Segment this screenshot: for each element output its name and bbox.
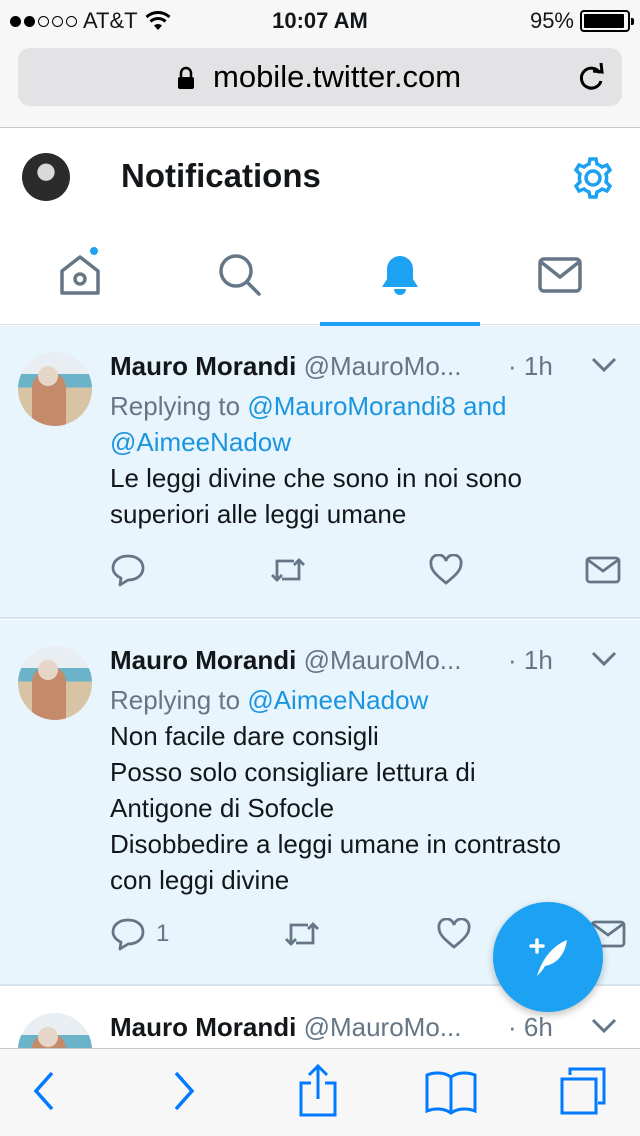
- author-name[interactable]: Mauro Morandi: [110, 1012, 296, 1042]
- tweet-author-line: Mauro Morandi @MauroMo...: [110, 351, 461, 382]
- app-header: Notifications: [0, 129, 640, 225]
- tab-notifications[interactable]: [320, 225, 480, 326]
- address-bar[interactable]: mobile.twitter.com: [18, 48, 622, 106]
- tweet-text: Non facile dare consigli Posso solo cons…: [110, 718, 620, 898]
- tweet-card[interactable]: Mauro Morandi @MauroMo... · 1h Replying …: [0, 326, 640, 619]
- compose-tweet-button[interactable]: [493, 902, 603, 1012]
- page-title: Notifications: [121, 157, 321, 194]
- heart-icon: [429, 554, 463, 585]
- lock-icon: [178, 66, 194, 89]
- retweet-button[interactable]: [268, 554, 308, 586]
- share-icon[interactable]: [296, 1063, 340, 1119]
- tweet-text-line: Le leggi divine che sono in noi sono: [110, 463, 522, 493]
- reply-count: 1: [156, 920, 170, 947]
- compose-feather-icon: [529, 938, 567, 976]
- envelope-icon: [585, 556, 621, 584]
- chevron-down-icon[interactable]: [590, 356, 618, 374]
- heart-icon: [437, 918, 471, 949]
- browser-address-area: mobile.twitter.com: [0, 40, 640, 128]
- gear-icon[interactable]: [570, 155, 616, 201]
- mention-link[interactable]: @AimeeNadow: [110, 427, 291, 457]
- battery-percent: 95%: [529, 8, 574, 33]
- replying-prefix: Replying to: [110, 391, 248, 421]
- back-arrow-icon[interactable]: [30, 1067, 58, 1115]
- tweet-text-line: Antigone di Sofocle: [110, 793, 335, 823]
- tweet-author-line: Mauro Morandi @MauroMo...: [110, 645, 461, 676]
- url-text: mobile.twitter.com: [213, 59, 462, 94]
- bookmarks-icon[interactable]: [424, 1069, 478, 1115]
- reply-button[interactable]: [110, 552, 146, 588]
- status-bar: AT&T 10:07 AM 95%: [0, 0, 640, 40]
- user-avatar[interactable]: [18, 352, 92, 426]
- status-bar-right: 95%: [529, 8, 634, 34]
- battery-icon: [580, 10, 634, 32]
- tab-search[interactable]: [160, 225, 320, 325]
- replying-prefix: Replying to: [110, 685, 248, 715]
- home-icon: [60, 255, 100, 295]
- tweet-text-line: superiori alle leggi umane: [110, 499, 407, 529]
- notification-dot: [88, 245, 100, 257]
- tweet-time[interactable]: · 1h: [508, 645, 553, 676]
- like-button[interactable]: [428, 554, 464, 586]
- tab-messages[interactable]: [480, 225, 640, 325]
- like-button[interactable]: [436, 918, 472, 950]
- tweet-time[interactable]: · 6h: [508, 1012, 553, 1043]
- browser-toolbar: [0, 1048, 640, 1136]
- author-handle[interactable]: @MauroMo...: [304, 1012, 462, 1042]
- author-name[interactable]: Mauro Morandi: [110, 645, 296, 675]
- reply-icon: [111, 554, 145, 587]
- mention-link[interactable]: @AimeeNadow: [247, 685, 428, 715]
- tab-home[interactable]: [0, 225, 160, 325]
- search-icon: [219, 254, 261, 296]
- mention-link[interactable]: @MauroMorandi8 and: [247, 391, 506, 421]
- envelope-icon: [538, 257, 582, 293]
- avatar[interactable]: [22, 153, 70, 201]
- retweet-button[interactable]: [282, 918, 322, 950]
- replying-to: Replying to @MauroMorandi8 and @AimeeNad…: [110, 388, 580, 460]
- direct-message-button[interactable]: [585, 556, 621, 584]
- retweet-icon: [285, 922, 319, 946]
- chevron-down-icon[interactable]: [590, 650, 618, 668]
- tweet-time[interactable]: · 1h: [508, 351, 553, 382]
- tab-bar: [0, 225, 640, 326]
- retweet-icon: [271, 558, 305, 582]
- reply-icon: [111, 918, 145, 951]
- forward-arrow-icon[interactable]: [170, 1067, 198, 1115]
- replying-to: Replying to @AimeeNadow: [110, 682, 580, 718]
- reply-button[interactable]: 1: [110, 916, 169, 952]
- user-avatar[interactable]: [18, 1013, 92, 1048]
- tweet-text: Le leggi divine che sono in noi sono sup…: [110, 460, 620, 532]
- bell-icon: [382, 256, 418, 295]
- author-handle[interactable]: @MauroMo...: [304, 351, 462, 381]
- tweet-text-line: con leggi divine: [110, 865, 290, 895]
- user-avatar[interactable]: [18, 646, 92, 720]
- chevron-down-icon[interactable]: [590, 1017, 618, 1035]
- tweet-text-line: Disobbedire a leggi umane in contrasto: [110, 829, 561, 859]
- tweet-text-line: Non facile dare consigli: [110, 721, 379, 751]
- author-name[interactable]: Mauro Morandi: [110, 351, 296, 381]
- reload-icon[interactable]: [576, 61, 606, 93]
- tweet-text-line: Posso solo consigliare lettura di: [110, 757, 476, 787]
- tweet-author-line: Mauro Morandi @MauroMo...: [110, 1012, 461, 1043]
- author-handle[interactable]: @MauroMo...: [304, 645, 462, 675]
- tabs-icon[interactable]: [558, 1065, 608, 1117]
